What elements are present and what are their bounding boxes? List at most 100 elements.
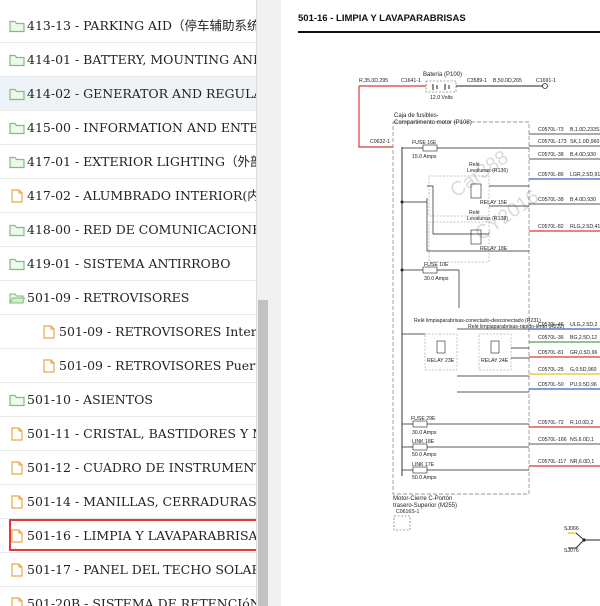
page-icon (11, 189, 23, 203)
connector-id-label: C0570L-38 (538, 152, 564, 158)
wire-spec-label: B,4.0D,930 (570, 197, 596, 203)
connector-id-label: C0570L-36 (538, 335, 564, 341)
tree-item[interactable]: 501-11 - CRISTAL, BASTIDORES Y MECANISMO… (0, 417, 256, 451)
folder-icon (9, 122, 25, 135)
tree-item-label: 414-02 - GENERATOR AND REGULATOR (27, 86, 256, 101)
tree-item-label: 419-01 - SISTEMA ANTIRROBO (27, 256, 231, 271)
page-icon (11, 495, 23, 509)
motor-connector-symbol (393, 515, 411, 531)
wire-label-top-left: R,35.0D,295 (359, 78, 388, 84)
connector-id-label: C0570L-73 (538, 127, 564, 133)
connector-id-label: C0570L-166 (538, 437, 567, 443)
connector-id-label: C0570L-25 (538, 367, 564, 373)
relay-r232 (478, 333, 512, 371)
relay-23e-tag: RELAY 23E (427, 358, 455, 364)
tree-item-label: 501-09 - RETROVISORES Puerta (59, 358, 256, 373)
tree-item[interactable]: 413-13 - PARKING AID（停车辅助系统） (0, 9, 256, 43)
folder-open-icon (9, 293, 25, 304)
connector-id-label: C0570L-173 (538, 139, 567, 145)
splice-label: SJ066 (564, 526, 579, 532)
relay-r231 (424, 333, 458, 371)
motor-label-line1: Motor-Cierre C-Portón (393, 496, 452, 502)
tree-item-label: 501-16 - LIMPIA Y LAVAPARABRISAS (27, 528, 256, 543)
tree-item[interactable]: 417-02 - ALUMBRADO INTERIOR(内部灯光) (0, 179, 256, 213)
wire-spec-label: RLG,2.5D,410 (570, 224, 600, 230)
tree-item-label: 501-20B - SISTEMA DE RETENCIóN SUPLEMENT… (27, 596, 256, 606)
connector-id-label: C0570L-50 (538, 382, 564, 388)
connector-c1691: C1691-1 (536, 78, 556, 84)
relay-r136-label-2: Levalunas (R136) (467, 168, 508, 174)
page-icon (43, 325, 55, 339)
fuse-16e-amps: 15.0 Amps (412, 154, 437, 160)
sidebar-scrollbar-thumb[interactable] (258, 300, 268, 606)
link-18e-amps: 50.0 Amps (412, 452, 437, 458)
connector-id-label: C0570L-72 (538, 420, 564, 426)
tree-item-label: 418-00 - RED DE COMUNICACIONES EN EL VEH… (27, 222, 256, 237)
folder-icon (9, 394, 25, 407)
tree-item[interactable]: 417-01 - EXTERIOR LIGHTING（外部照明） (0, 145, 256, 179)
wire-spec-label: LGR,2.5D,91 (570, 172, 600, 178)
folder-icon (9, 20, 25, 33)
tree-item-label: 415-00 - INFORMATION AND ENTERTAINMENT (27, 120, 256, 135)
tree-item[interactable]: 501-16 - LIMPIA Y LAVAPARABRISAS (0, 519, 256, 553)
wire-label-top-mid: B,50.0D,265 (493, 78, 522, 84)
tree-item[interactable]: 418-00 - RED DE COMUNICACIONES EN EL VEH… (0, 213, 256, 247)
tree-item-label: 414-01 - BATTERY, MOUNTING AND CABLES (27, 52, 256, 67)
connector-id-label: C0570L-117 (538, 459, 566, 465)
fuse-10e-amps: 30.0 Amps (424, 276, 449, 282)
fuse-box-label-line1: Caja de fusibles- (394, 113, 439, 119)
fuse-box-label-line2: Compartimento motor (P108) (394, 120, 472, 126)
tree-item-label: 413-13 - PARKING AID（停车辅助系统） (27, 18, 256, 33)
folder-icon (9, 54, 25, 67)
wire-spec-label: GR,0.5D,96 (570, 350, 598, 356)
connector-c3589: C3589-1 (467, 78, 487, 84)
tree-item[interactable]: 501-09 - RETROVISORES Interior (0, 315, 256, 349)
page-title: 501-16 - LIMPIA Y LAVAPARABRISAS (298, 13, 466, 24)
wire-spec-label: BG,2.5D,12 (570, 335, 597, 341)
tree-item[interactable]: 414-01 - BATTERY, MOUNTING AND CABLES (0, 43, 256, 77)
page-icon (11, 529, 23, 543)
page-icon (43, 359, 55, 373)
wiring-diagram: Car388 CY2016 Batería (P100) 12.0 Volts … (358, 72, 600, 554)
tree-item[interactable]: 501-09 - RETROVISORES Puerta (0, 349, 256, 383)
tree-item[interactable]: 415-00 - INFORMATION AND ENTERTAINMENT (0, 111, 256, 145)
battery-label: Batería (P100) (423, 72, 462, 78)
splice-label-2: SJ076 (564, 548, 579, 554)
tree-item-label: 501-11 - CRISTAL, BASTIDORES Y MECANISMO… (27, 426, 256, 441)
wire-spec-label: PU,0.5D,96 (570, 382, 597, 388)
tree-item-label: 501-09 - RETROVISORES Interior (59, 324, 256, 339)
folder-icon (9, 224, 25, 237)
right-connector-list: C0570L-73 B,1.0D,233SC0570L-173 SK,1.0D,96… (529, 127, 600, 467)
tree-item-label: 501-14 - MANILLAS, CERRADURAS, FLEJES (27, 494, 256, 509)
relay-r138-label-2: Levalunas (R138) (467, 216, 508, 222)
page-icon (11, 563, 23, 577)
tree-item[interactable]: 501-20B - SISTEMA DE RETENCIóN SUPLEMENT… (0, 587, 256, 606)
folder-icon (9, 156, 25, 169)
folder-icon (9, 258, 25, 271)
connector-id-label: C0570L-46 (538, 322, 564, 328)
connector-c0632: C0632-1 (370, 139, 390, 145)
tree-item[interactable]: 501-17 - PANEL DEL TECHO SOLAR (0, 553, 256, 587)
page-icon (11, 461, 23, 475)
tree-item-label: 501-12 - CUADRO DE INSTRUMENTOS (27, 460, 256, 475)
wire-spec-label: NS,6.0D,1 (570, 437, 594, 443)
tree-item-label: 417-02 - ALUMBRADO INTERIOR(内部灯光) (27, 188, 256, 203)
tree-item-label: 501-17 - PANEL DEL TECHO SOLAR (27, 562, 256, 577)
tree-item[interactable]: 501-10 - ASIENTOS (0, 383, 256, 417)
connector-id-label: C0570L-86 (538, 172, 564, 178)
tree-item[interactable]: 501-12 - CUADRO DE INSTRUMENTOS (0, 451, 256, 485)
watermark-text-1: Car388 (446, 146, 512, 202)
wire-spec-label: ULG,2.5D,2 (570, 322, 598, 328)
wire-spec-label: NR,6.0D,1 (570, 459, 594, 465)
battery-voltage: 12.0 Volts (430, 95, 453, 101)
tree-item[interactable]: 419-01 - SISTEMA ANTIRROBO (0, 247, 256, 281)
fuse-29e-amps: 30.0 Amps (412, 430, 437, 436)
connector-id-label: C0570L-81 (538, 350, 564, 356)
tree-item[interactable]: 414-02 - GENERATOR AND REGULATOR (0, 77, 256, 111)
tree-item[interactable]: 501-14 - MANILLAS, CERRADURAS, FLEJES (0, 485, 256, 519)
tree-item-label: 417-01 - EXTERIOR LIGHTING（外部照明） (27, 154, 256, 169)
tree-item-label: 501-09 - RETROVISORES (27, 290, 190, 305)
connector-id-label: C0570L-82 (538, 224, 564, 230)
page-icon (11, 597, 23, 606)
tree-item[interactable]: 501-09 - RETROVISORES (0, 281, 256, 315)
